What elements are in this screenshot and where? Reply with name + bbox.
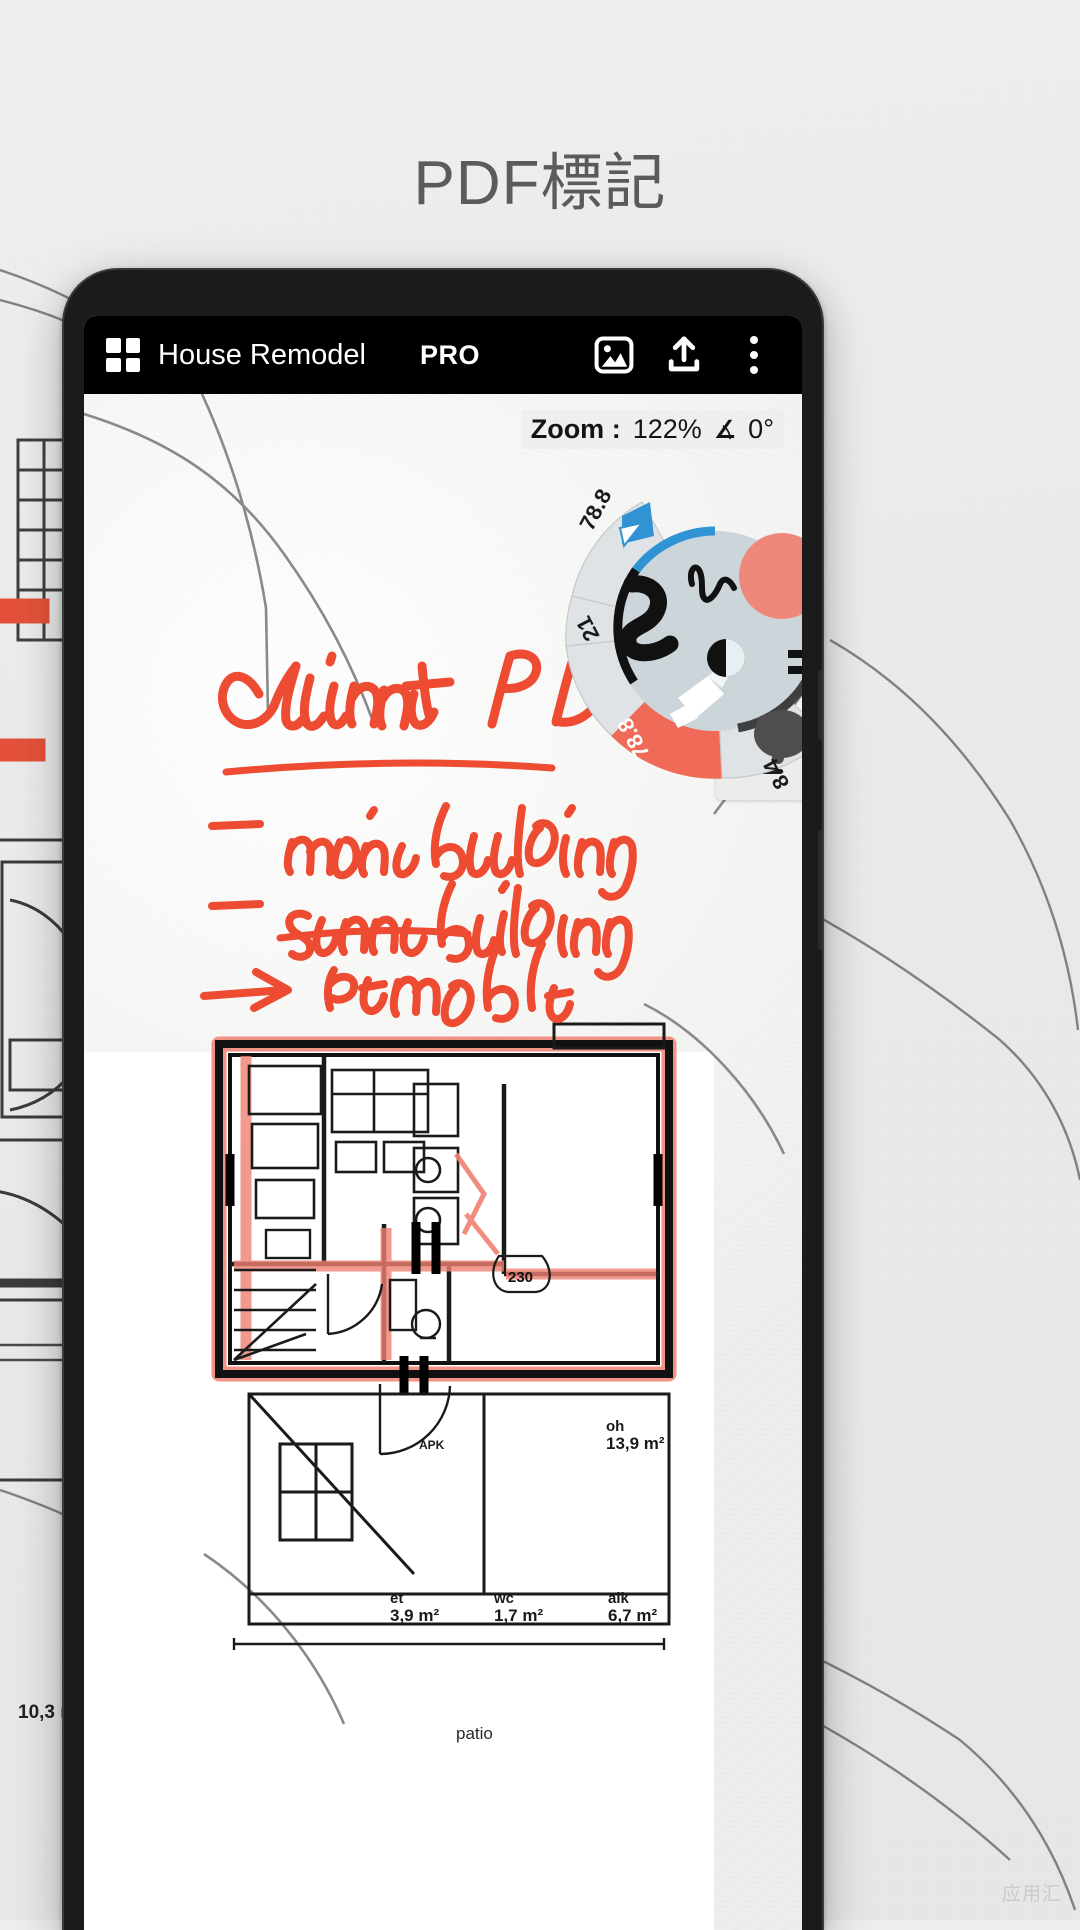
appliance-code-label: APK xyxy=(419,1438,445,1452)
room-label-oh: oh 13,9 m² xyxy=(606,1419,665,1453)
volume-button[interactable] xyxy=(818,670,822,740)
document-title: House Remodel xyxy=(158,338,366,371)
room-name: wc xyxy=(494,1590,515,1607)
page-title: PDF標記 xyxy=(413,149,667,218)
room-area: 1,7 m² xyxy=(494,1605,544,1625)
share-upload-icon[interactable] xyxy=(658,329,710,381)
room-label-wc: wc 1,7 m² xyxy=(494,1591,543,1625)
radial-tool-menu[interactable]: 78.8 21 78.8 8.4 xyxy=(550,466,802,796)
more-vertical-icon[interactable] xyxy=(728,329,780,381)
room-name: alk xyxy=(608,1590,629,1607)
angle-icon: ∡ xyxy=(713,415,737,444)
room-area: 6,7 m² xyxy=(608,1605,658,1625)
patio-label: patio xyxy=(456,1724,493,1743)
room-name: oh xyxy=(606,1418,625,1435)
zoom-label: Zoom : xyxy=(530,414,621,444)
rotation-value: 0° xyxy=(748,414,774,444)
room-name: et xyxy=(390,1590,404,1607)
pdf-canvas[interactable]: 230 oh 13,9 m² et 3,9 m² wc 1,7 m² alk 6… xyxy=(84,394,802,1930)
app-toolbar: House Remodel PRO xyxy=(84,316,802,394)
zoom-indicator[interactable]: Zoom : 122% ∡ 0° xyxy=(520,410,784,449)
zoom-value: 122% xyxy=(632,414,702,444)
power-button[interactable] xyxy=(818,830,822,950)
pro-badge: PRO xyxy=(419,339,480,370)
phone-screen: House Remodel PRO 230 oh 13,9 m² et 3,9 … xyxy=(84,316,802,1930)
room-area: 13,9 m² xyxy=(606,1433,665,1453)
room-area: 3,9 m² xyxy=(390,1605,440,1625)
opacity-contrast-icon xyxy=(707,639,745,677)
store-watermark: 应用汇 xyxy=(1001,1884,1062,1905)
room-label-alk: alk 6,7 m² xyxy=(608,1591,657,1625)
image-picture-icon[interactable] xyxy=(588,329,640,381)
room-label-et: et 3,9 m² xyxy=(390,1591,439,1625)
grid-apps-icon[interactable] xyxy=(106,338,140,372)
phone-mockup: House Remodel PRO 230 oh 13,9 m² et 3,9 … xyxy=(62,268,824,1930)
door-code-label: 230 xyxy=(508,1269,533,1286)
